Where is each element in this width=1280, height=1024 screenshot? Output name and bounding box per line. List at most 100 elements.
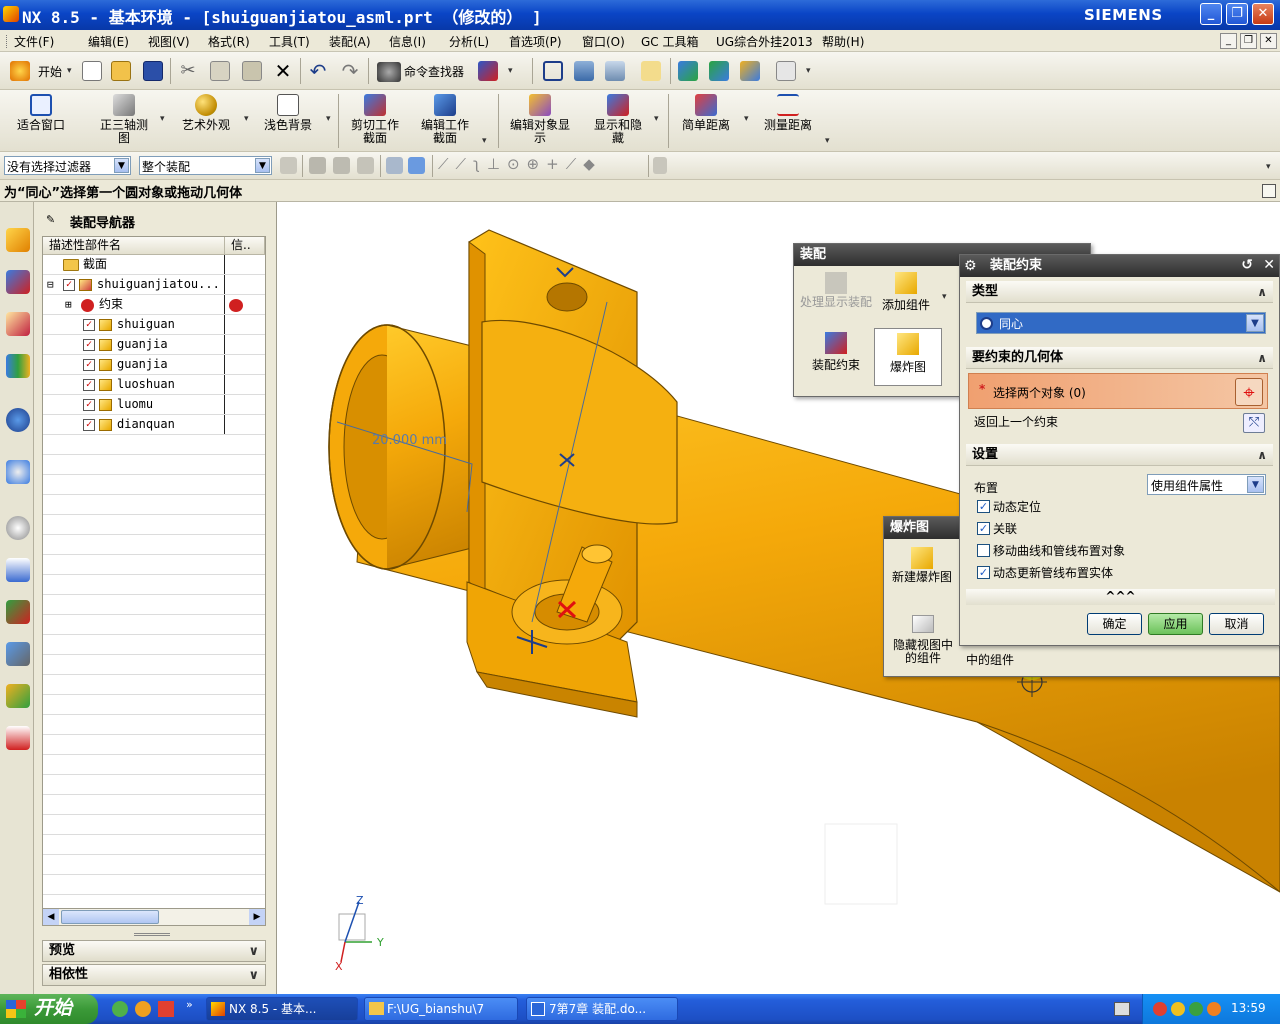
- apply-button[interactable]: 应用: [1148, 613, 1203, 635]
- gear-icon[interactable]: ⚙: [964, 256, 977, 277]
- toolbar-overflow-icon[interactable]: ▾: [1266, 162, 1271, 172]
- start-button[interactable]: 开始: [38, 63, 62, 80]
- type-section-header[interactable]: 类型 ∧: [966, 281, 1273, 303]
- cut-icon[interactable]: ✂: [178, 61, 198, 81]
- light-background-button[interactable]: 浅色背景: [258, 90, 318, 150]
- keyboard-icon[interactable]: [1114, 1002, 1130, 1016]
- start-dropdown-icon[interactable]: ▾: [67, 66, 72, 76]
- chevron-down-icon[interactable]: ▼: [1247, 476, 1264, 493]
- chevron-down-icon[interactable]: ∨: [248, 966, 259, 986]
- chevron-down-icon[interactable]: ▼: [114, 158, 129, 173]
- part-navigator-tab-icon[interactable]: [6, 312, 30, 336]
- menu-tools[interactable]: 工具(T): [269, 33, 310, 50]
- dependency-section[interactable]: 相依性 ∨: [42, 964, 266, 986]
- history-tab-icon[interactable]: [6, 460, 30, 484]
- visibility-checkbox[interactable]: ✓: [83, 399, 95, 411]
- process-studio-tab-icon[interactable]: [6, 642, 30, 666]
- expand-icon[interactable]: ⊞: [65, 295, 72, 314]
- geometry-section-header[interactable]: 要约束的几何体 ∧: [966, 347, 1273, 369]
- menu-format[interactable]: 格式(R): [208, 33, 250, 50]
- menu-assembly[interactable]: 装配(A): [329, 33, 371, 50]
- save-icon[interactable]: [143, 61, 163, 81]
- fit-view-icon[interactable]: [543, 61, 563, 81]
- system-materials-tab-icon[interactable]: [6, 558, 30, 582]
- redo-icon[interactable]: ↷: [340, 61, 360, 81]
- chevron-up-icon[interactable]: ∧: [1257, 445, 1267, 466]
- settings-section-header[interactable]: 设置 ∧: [966, 444, 1273, 466]
- trimetric-dropdown-icon[interactable]: ▾: [160, 114, 165, 124]
- quicklaunch-icon[interactable]: [112, 1001, 128, 1017]
- section-dropdown-icon[interactable]: ▾: [482, 136, 487, 146]
- filter-settings-icon[interactable]: [280, 157, 297, 174]
- open-folder-icon[interactable]: [111, 61, 131, 81]
- scroll-left-icon[interactable]: ◀: [43, 909, 59, 925]
- pin-icon[interactable]: ✎: [46, 213, 55, 226]
- chevron-down-icon[interactable]: ▼: [1246, 314, 1264, 332]
- menu-window[interactable]: 窗口(O): [582, 33, 625, 50]
- taskbar-item-word[interactable]: 7第7章 装配.do...: [526, 997, 678, 1021]
- chevron-up-icon[interactable]: ∧: [1257, 348, 1267, 369]
- nx-app-icon[interactable]: [3, 6, 19, 22]
- select-body-icon[interactable]: [386, 157, 403, 174]
- more-options-toggle[interactable]: ^^^: [966, 589, 1275, 605]
- artistic-button[interactable]: 艺术外观: [176, 90, 236, 150]
- artistic-dropdown-icon[interactable]: ▾: [244, 114, 249, 124]
- roles-tab-icon[interactable]: [6, 684, 30, 708]
- grid-icon[interactable]: [653, 157, 667, 174]
- tray-icon[interactable]: [1153, 1002, 1167, 1016]
- associative-checkbox[interactable]: ✓: [977, 522, 990, 535]
- snap-point-icons[interactable]: ⟋⟋ʅ⊥⊙⊕+⟋◆: [438, 155, 602, 173]
- new-file-icon[interactable]: [82, 61, 102, 81]
- clip-section-button[interactable]: 剪切工作截面: [344, 90, 406, 150]
- add-component-dropdown-icon[interactable]: ▾: [942, 292, 947, 302]
- clamp-part[interactable]: [466, 229, 678, 718]
- chevron-up-icon[interactable]: ∧: [1257, 282, 1267, 303]
- chevron-down-icon[interactable]: ▼: [255, 158, 270, 173]
- edit-object-display-button[interactable]: 编辑对象显示: [508, 90, 572, 150]
- clipboard-icon[interactable]: [641, 61, 661, 81]
- visibility-checkbox[interactable]: ✓: [83, 339, 95, 351]
- measure-dropdown-icon[interactable]: ▾: [825, 136, 830, 146]
- splitter-handle[interactable]: [134, 933, 170, 936]
- palette-tab-icon[interactable]: [6, 726, 30, 750]
- tool-green-icon[interactable]: [709, 61, 729, 81]
- reuse-library-tab-icon[interactable]: [6, 354, 30, 378]
- tree-row-part[interactable]: ✓ dianquan: [43, 415, 265, 435]
- show-hide-dropdown-icon[interactable]: ▾: [654, 114, 659, 124]
- column-header-info[interactable]: 信..: [225, 237, 265, 255]
- selection-scope-select[interactable]: 整个装配 ▼: [139, 156, 272, 175]
- tray-icon[interactable]: [1171, 1002, 1185, 1016]
- exploded-view-button[interactable]: 爆炸图: [874, 328, 942, 386]
- show-hide-button[interactable]: 显示和隐藏: [588, 90, 648, 150]
- taskbar-item-nx[interactable]: NX 8.5 - 基本...: [206, 997, 358, 1021]
- back-constraint-button[interactable]: ⤲: [1243, 413, 1265, 433]
- command-finder-button[interactable]: 命令查找器: [404, 63, 464, 80]
- close-icon[interactable]: ✕: [1263, 255, 1275, 276]
- visualization-tab-icon[interactable]: [6, 600, 30, 624]
- crosshair-select-icon[interactable]: ⌖: [1235, 378, 1263, 406]
- menu-gc-toolbox[interactable]: GC 工具箱: [641, 33, 699, 50]
- paste-icon[interactable]: [242, 61, 262, 81]
- minimize-button[interactable]: _: [1200, 3, 1222, 25]
- quicklaunch-icon[interactable]: [135, 1001, 151, 1017]
- tray-icon[interactable]: [1207, 1002, 1221, 1016]
- fit-window-button[interactable]: 适合窗口: [10, 90, 72, 150]
- internet-explorer-tab-icon[interactable]: [6, 408, 30, 432]
- doc-restore-button[interactable]: ❐: [1240, 33, 1257, 49]
- tree-row-part[interactable]: ✓ shuiguan: [43, 315, 265, 335]
- preview-section[interactable]: 预览 ∨: [42, 940, 266, 962]
- collapse-icon[interactable]: ⊟: [47, 275, 54, 294]
- tree-row-root[interactable]: ⊟ ✓ shuiguanjiatou...: [43, 275, 265, 295]
- menu-analysis[interactable]: 分析(L): [449, 33, 489, 50]
- cancel-button[interactable]: 取消: [1209, 613, 1264, 635]
- reset-icon[interactable]: ↺: [1241, 255, 1253, 276]
- layout-select[interactable]: 使用组件属性 ▼: [1147, 474, 1266, 495]
- clock-icon[interactable]: [6, 516, 30, 540]
- close-button[interactable]: ✕: [1252, 3, 1274, 25]
- ok-button[interactable]: 确定: [1087, 613, 1142, 635]
- scroll-thumb[interactable]: [61, 910, 159, 924]
- tool-blue-icon[interactable]: [678, 61, 698, 81]
- select-feature-icon[interactable]: [333, 157, 350, 174]
- distance-dropdown-icon[interactable]: ▾: [744, 114, 749, 124]
- menu-preferences[interactable]: 首选项(P): [509, 33, 562, 50]
